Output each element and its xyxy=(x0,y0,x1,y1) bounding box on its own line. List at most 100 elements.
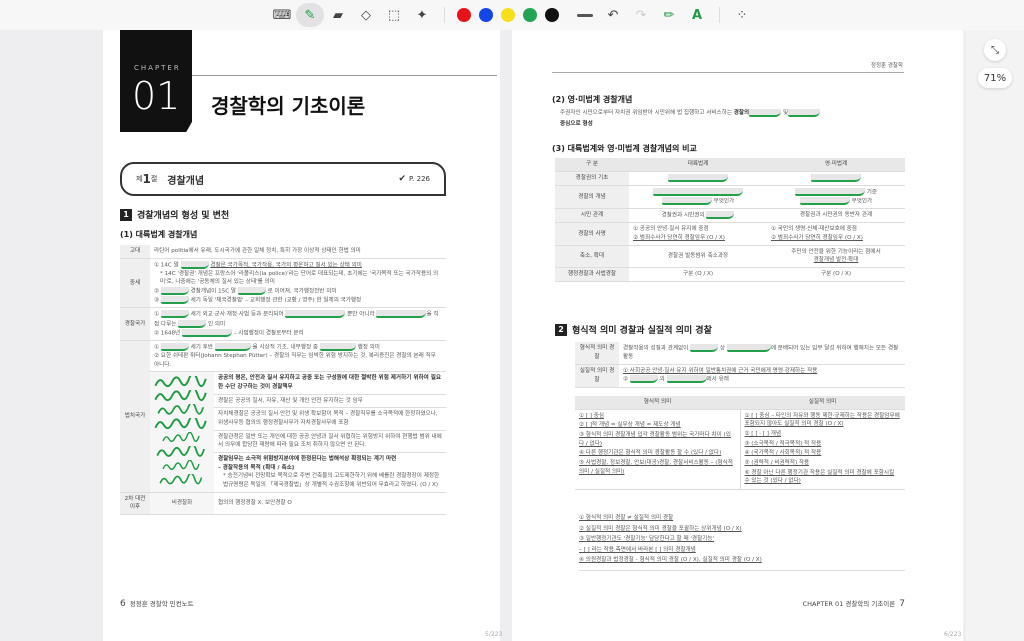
text: ① 사회공공 안녕·질서 유지 위하여 일반통치권에 근거 국민에게 명령·강제… xyxy=(623,367,818,374)
cell: 기준 무엇인가 xyxy=(767,185,905,210)
text: 에서 유래 xyxy=(706,376,729,383)
fill-blank[interactable] xyxy=(160,310,189,319)
list-item: ④ 의원경찰과 법정경찰 - 형식적 의미 경찰 (O / X), 실질적 의미… xyxy=(579,557,762,563)
highlighter-icon[interactable]: ▰ xyxy=(324,3,352,27)
list-item: – [ ] 라는 작용 측면에서 바라본 [ ] 의미 경찰개념 xyxy=(579,546,696,553)
text: 경찰개념이 15C 말 xyxy=(190,288,237,295)
fill-blank[interactable] xyxy=(160,342,189,351)
color-yellow-button[interactable] xyxy=(501,8,515,22)
table-row: 경찰의 사명 ① 공공의 안녕·질서 유지에 중점 ② 범죄수사가 당연히 경찰임무… xyxy=(555,222,905,246)
table-header: 구 분 대륙법계 영·미법계 xyxy=(555,158,905,172)
fill-blank[interactable] xyxy=(181,328,232,337)
chapter-label: CHAPTER xyxy=(134,64,181,72)
redo-icon[interactable]: ↷ xyxy=(627,3,655,27)
fill-blank[interactable] xyxy=(666,375,707,384)
line-width-icon[interactable] xyxy=(571,3,599,27)
heading-2: (3) 대륙법계와 영·미법계 경찰개념의 비교 xyxy=(552,144,697,153)
row-label: 형식적 의미 경찰 xyxy=(575,342,619,365)
cell xyxy=(629,171,767,186)
fill-blank[interactable] xyxy=(629,375,658,384)
row-label: 실질적 의미 경찰 xyxy=(575,364,619,388)
fill-blank[interactable] xyxy=(749,108,782,117)
formal-vs-material-table: 형식적 의미 실질적 의미 ① [ ] 중심 ② [ ]적 개념 = 실무상 개념 … xyxy=(575,396,905,490)
cell: 주민의 안전을 위한 기능이라는 점에서 경찰개념 발전·확대 xyxy=(767,245,905,268)
cell: ① 14C 말 경찰은 국가목적, 국가작용, 국가의 평온하고 질서 있는 상… xyxy=(150,258,446,309)
text: 뿐만 아니라 xyxy=(347,311,375,318)
fill-blank[interactable] xyxy=(668,173,728,182)
color-red-button[interactable] xyxy=(457,8,471,22)
text: 무엇인가 xyxy=(851,198,873,205)
fill-blank[interactable] xyxy=(160,287,189,296)
fill-blank[interactable] xyxy=(706,211,735,220)
fill-blank[interactable] xyxy=(661,196,712,205)
heading-2: (1) 대륙법계 경찰개념 xyxy=(120,230,198,239)
left-page: CHAPTER 01 경찰학의 기초이론 제 1 절 경찰개념 ✔ P. 226… xyxy=(103,30,502,641)
fill-blank[interactable] xyxy=(319,342,356,351)
table-row: 고대 라틴어 politia에서 유래, 도시국가에 관한 일체 정치, 특히 가… xyxy=(120,245,446,259)
list-item: ② 실질적 의미 경찰은 형식적 의미 경찰을 포괄하는 상위개념 (O / X… xyxy=(579,525,742,532)
cell: 경찰작용의 성질과 관계없이 상 에 분배되어 있는 임무 달성 위하여 행해지… xyxy=(619,342,905,365)
fill-blank[interactable] xyxy=(285,310,346,319)
fill-blank[interactable] xyxy=(726,344,771,352)
color-black-button[interactable] xyxy=(545,8,559,22)
section-title: 경찰개념 xyxy=(167,175,205,187)
pen-icon[interactable]: ✎ xyxy=(296,3,324,27)
fill-blank[interactable] xyxy=(376,310,427,319)
row-label: 축소, 확대 xyxy=(555,245,629,268)
table-row: 경찰국가 ① 세기 외교·군사·재정·사법 등과 분리되어 뿐만 아니라 을 직… xyxy=(120,307,446,341)
page-footer: CHAPTER 01 경찰학의 기초이론 7 xyxy=(803,598,905,609)
apps-icon[interactable]: ⁘ xyxy=(728,3,756,27)
row-label: 법치국가 xyxy=(120,340,150,493)
right-page: 정정훈 경찰학 (2) 영·미법계 경찰개념 주권자인 시민으로부터 자치권 위… xyxy=(512,30,963,641)
magic-icon[interactable]: ✦ xyxy=(408,3,436,27)
list-item: ② [ ]적 개념 = 실무상 개념 = 제도상 개념 xyxy=(579,422,681,429)
cell: 협의의 행정경찰 X, 보안경찰 O xyxy=(214,492,446,515)
page-ref: P. 226 xyxy=(409,175,430,183)
color-green-button[interactable] xyxy=(523,8,537,22)
fill-blank[interactable] xyxy=(811,173,861,182)
fill-blank[interactable] xyxy=(653,187,743,196)
zoom-level-button[interactable]: 71% xyxy=(978,68,1012,88)
page-number: 7 xyxy=(899,599,905,609)
keyboard-icon[interactable]: ⌨ xyxy=(268,3,296,27)
cell: 경찰임무는 소극적 위험방지분야에 한정된다는 법해석상 확정되는 계기 마련 … xyxy=(214,452,446,493)
color-blue-button[interactable] xyxy=(479,8,493,22)
text: 행정 의미 xyxy=(357,344,380,351)
column-header: 실질적 의미 xyxy=(740,396,905,410)
cell xyxy=(767,171,905,186)
text-style-icon[interactable]: A xyxy=(683,3,711,27)
fill-blank[interactable] xyxy=(237,287,266,296)
check-icon: ✔ xyxy=(398,174,407,184)
fill-blank[interactable] xyxy=(160,296,189,305)
text: 경찰권과 시민권의 xyxy=(661,212,705,219)
annotation-toolbar: ⌨ ✎ ▰ ◇ ⬚ ✦ ↶ ↷ ✏ A ⁘ xyxy=(0,0,1024,30)
list-item: ⑥ 경찰 아닌 다른 행정기관 작용은 실질적 의미 경찰에 포함시킬 수 있는… xyxy=(744,469,895,485)
eraser-icon[interactable]: ◇ xyxy=(352,3,380,27)
fill-blank[interactable] xyxy=(180,260,209,269)
text: ③ xyxy=(154,297,160,304)
heading-number: 1 xyxy=(120,208,132,221)
text: ① xyxy=(154,311,160,318)
text: ① 국민의 생명·신체·재산보호에 중점 xyxy=(771,226,857,233)
fill-blank[interactable] xyxy=(799,196,850,205)
column-header: 영·미법계 xyxy=(767,158,905,172)
fill-blank[interactable] xyxy=(178,319,207,328)
table-row: 경찰의 개념 무엇인가 기준 무엇인가 xyxy=(555,185,905,210)
text: 무엇인가 xyxy=(713,198,735,205)
pencil-icon[interactable]: ✏ xyxy=(655,3,683,27)
list-item: ③ 일반행정기관도 '경찰기능' 담당한다고 할 때 '경찰기능' xyxy=(579,536,715,542)
page-counter: 6/223 xyxy=(944,631,962,638)
fill-blank[interactable] xyxy=(690,344,719,352)
undo-icon[interactable]: ↶ xyxy=(599,3,627,27)
fill-blank[interactable] xyxy=(214,342,251,351)
fill-blank[interactable] xyxy=(788,108,821,117)
column-header: 대륙법계 xyxy=(629,158,767,172)
heading-2: (2) 영·미법계 경찰개념 xyxy=(552,95,633,104)
lasso-select-icon[interactable]: ⬚ xyxy=(380,3,408,27)
collapse-icon[interactable]: ⤡ xyxy=(984,39,1006,61)
cell: 무엇인가 xyxy=(629,185,767,210)
cell: ① 공공의 안녕·질서 유지에 중점 ② 범죄수사가 당연히 경찰임무 (O / … xyxy=(629,222,767,246)
fill-blank[interactable] xyxy=(794,187,865,196)
text: 기준 xyxy=(866,189,878,196)
table-row: 형식적 의미 경찰 경찰작용의 성질과 관계없이 상 에 분배되어 있는 임무 달… xyxy=(575,342,905,365)
